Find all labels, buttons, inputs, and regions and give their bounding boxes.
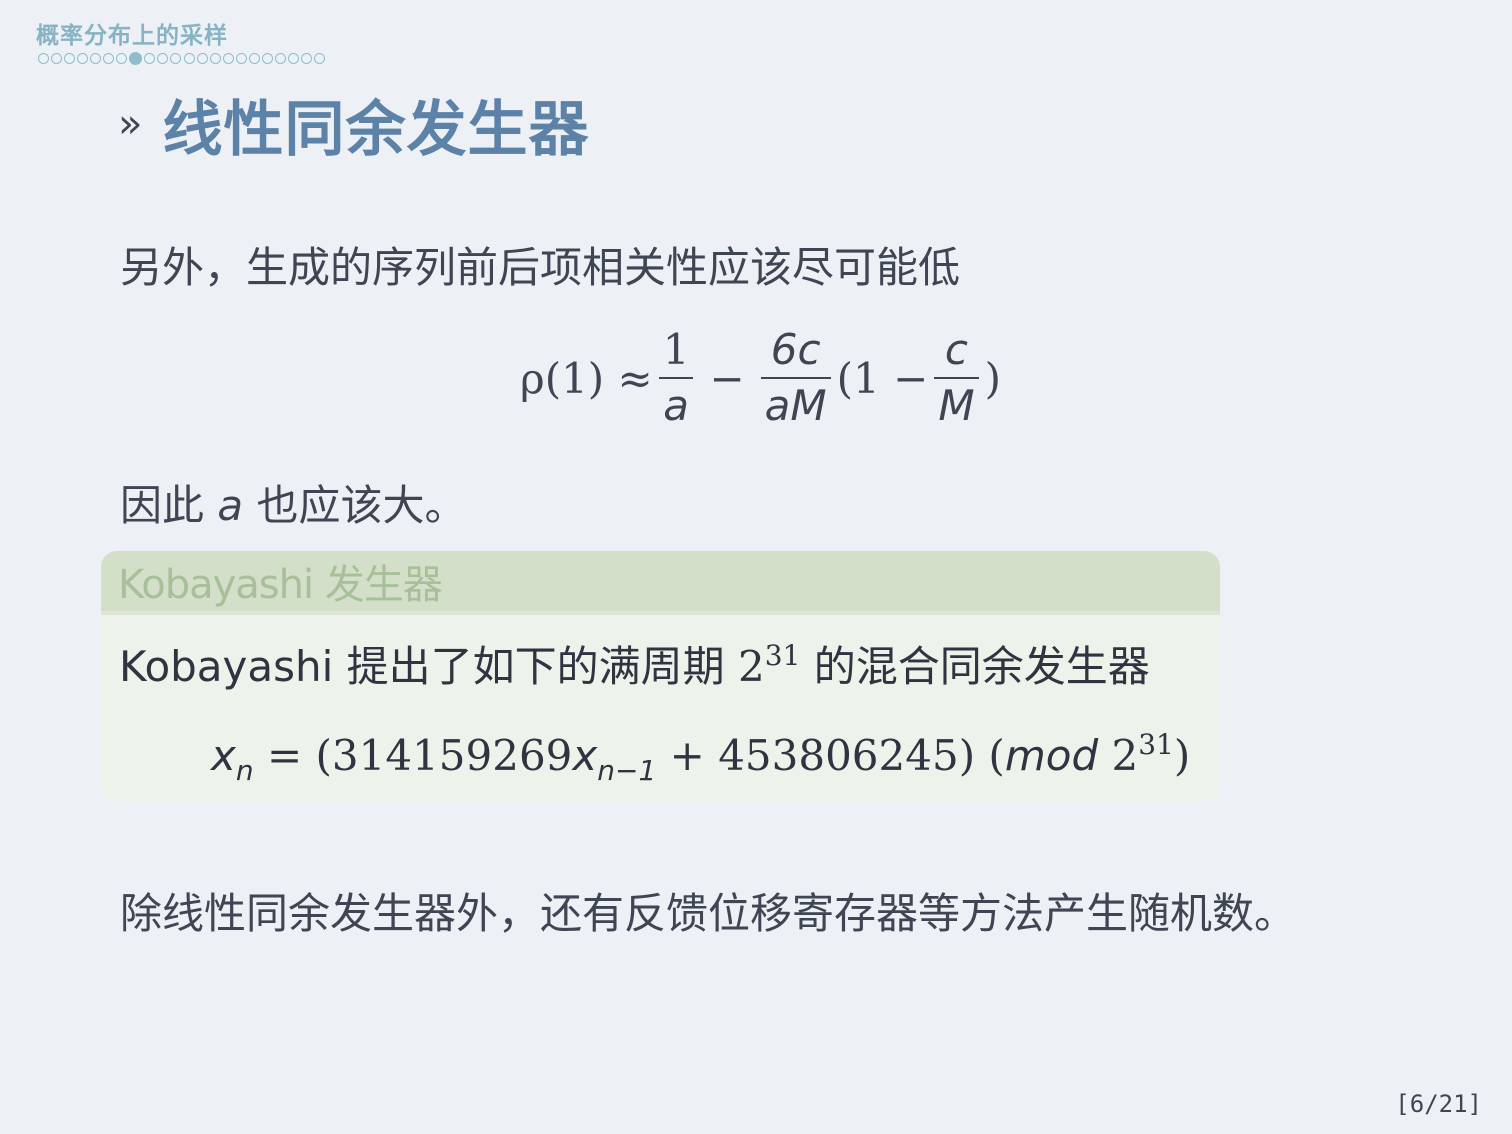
nav-dot[interactable] — [261, 52, 273, 64]
nav-dot-current[interactable] — [129, 51, 143, 65]
nav-dot[interactable] — [274, 52, 286, 64]
page-number: [6/21] — [1395, 1090, 1482, 1118]
formula-x-prev: x — [572, 731, 598, 780]
formula-x: x — [211, 731, 236, 780]
formula-close-paren: ) — [1173, 731, 1191, 780]
navigation-dots — [38, 50, 327, 66]
fraction-6c-over-aM: 6c aM — [760, 325, 831, 427]
title-marker-icon: » — [118, 101, 143, 147]
fraction-numerator: c — [944, 325, 968, 374]
fraction-numerator: 1 — [662, 325, 690, 374]
formula-equals-multiplier: = (314159269 — [266, 731, 573, 780]
kobayashi-block: Kobayashi 发生器 Kobayashi 提出了如下的满周期 231 的混… — [101, 551, 1220, 801]
block-body-text: Kobayashi 提出了如下的满周期 231 的混合同余发生器 — [119, 633, 1150, 694]
nav-dot[interactable] — [196, 52, 208, 64]
paragraph2-pre: 因此 — [120, 481, 205, 530]
fraction-denominator: aM — [760, 377, 831, 427]
nav-dot[interactable] — [51, 52, 63, 64]
nav-dot[interactable] — [209, 52, 221, 64]
paren-close: ) — [984, 353, 1001, 403]
nav-dot[interactable] — [300, 52, 312, 64]
nav-dot[interactable] — [38, 52, 49, 64]
minus-sign: − — [709, 353, 745, 403]
nav-dot[interactable] — [157, 52, 169, 64]
fraction-denominator: M — [934, 377, 979, 427]
frame-title: 线性同余发生器 — [162, 94, 590, 165]
formula-sub-n: n — [235, 754, 254, 787]
variable-a: a — [217, 481, 244, 530]
formula-modulus-exponent: 31 — [1138, 728, 1174, 761]
block-body-pre: Kobayashi 提出了如下的满周期 — [119, 642, 725, 691]
frame-title-bar: » 线性同余发生器 — [118, 84, 589, 165]
fraction-numerator: 6c — [770, 325, 821, 374]
formula-increment: + 453806245) ( — [669, 731, 1005, 780]
block-body-exponent: 31 — [764, 639, 801, 672]
nav-dot[interactable] — [64, 52, 76, 64]
block-title: Kobayashi 发生器 — [118, 562, 443, 608]
nav-dot[interactable] — [144, 52, 156, 64]
correlation-formula: ρ(1) ≈ 1 a − 6c aM (1 − c M ) — [520, 322, 1001, 434]
paragraph2-post: 也应该大。 — [256, 481, 467, 530]
fraction-c-over-M: c M — [934, 325, 979, 427]
formula-sub-n-minus-1: n−1 — [597, 754, 657, 787]
nav-dot[interactable] — [103, 52, 115, 64]
nav-dot[interactable] — [222, 52, 234, 64]
fraction-1-over-a: 1 a — [659, 329, 694, 427]
paragraph-conclusion: 因此 a 也应该大。 — [120, 472, 467, 533]
block-body-base: 2 — [738, 642, 765, 691]
block-body-post: 的混合同余发生器 — [813, 642, 1150, 691]
nav-dot[interactable] — [170, 52, 182, 64]
fraction-denominator: a — [659, 377, 693, 427]
section-title: 概率分布上的采样 — [36, 22, 228, 49]
paren-open: (1 − — [836, 353, 929, 403]
nav-dot[interactable] — [313, 52, 325, 64]
formula-mod: mod — [1004, 731, 1099, 780]
kobayashi-formula: xn = (314159269xn−1 + 453806245) (mod 23… — [211, 728, 1191, 785]
nav-dot[interactable] — [116, 52, 128, 64]
formula-modulus-base: 2 — [1111, 731, 1139, 780]
nav-dot[interactable] — [235, 52, 247, 64]
nav-dot[interactable] — [183, 52, 195, 64]
paragraph-other-methods: 除线性同余发生器外，还有反馈位移寄存器等方法产生随机数。 — [120, 889, 1297, 938]
nav-dot[interactable] — [90, 52, 102, 64]
paragraph-correlation: 另外，生成的序列前后项相关性应该尽可能低 — [120, 243, 961, 292]
formula-lhs: ρ(1) ≈ — [520, 353, 653, 403]
nav-dot[interactable] — [77, 52, 89, 64]
nav-dot[interactable] — [287, 52, 299, 64]
nav-dot[interactable] — [248, 52, 260, 64]
block-header: Kobayashi 发生器 — [101, 551, 1220, 615]
